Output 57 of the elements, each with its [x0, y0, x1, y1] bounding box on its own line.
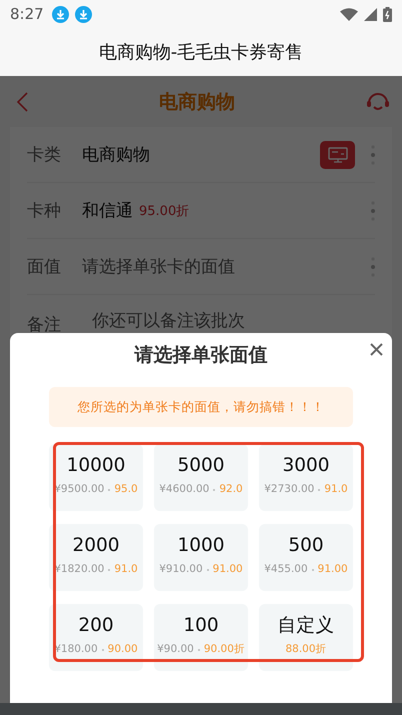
option-price: ¥455.00 — [264, 563, 308, 576]
option-price: ¥910.00 — [159, 563, 203, 576]
option-discount: 92.0 — [219, 483, 243, 496]
option-value: 1000 — [177, 534, 225, 558]
field-value[interactable]: 和信通 — [82, 199, 133, 222]
headset-icon[interactable] — [366, 90, 390, 112]
close-icon[interactable] — [370, 343, 383, 356]
wifi-icon — [340, 8, 358, 20]
option-value: 自定义 — [278, 614, 334, 638]
discount-text: 95.00折 — [139, 202, 190, 220]
option-value: 5000 — [177, 454, 225, 478]
value-option[interactable]: 10000 ¥9500.00 95.0 — [49, 444, 143, 511]
option-price: ¥9500.00 — [54, 483, 104, 496]
option-price: ¥4600.00 — [159, 483, 210, 496]
option-value: 10000 — [66, 454, 126, 478]
option-discount: 95.0 — [114, 483, 138, 496]
monitor-icon[interactable] — [320, 140, 355, 168]
option-discount: 91.0 — [324, 483, 348, 496]
option-price: ¥1820.00 — [54, 563, 104, 576]
value-option[interactable]: 500 ¥455.00 91.00 — [259, 524, 353, 591]
value-option[interactable]: 3000 ¥2730.00 91.0 — [259, 444, 353, 511]
option-value: 2000 — [72, 534, 120, 558]
option-discount: 91.0 — [114, 563, 138, 576]
option-price: ¥180.00 — [54, 643, 98, 656]
value-option[interactable]: 200 ¥180.00 90.00 — [49, 604, 143, 671]
option-discount: 90.00折 — [204, 643, 245, 656]
clock-time: 8:27 — [10, 5, 44, 23]
download-icon — [52, 6, 69, 22]
option-discount: 91.00 — [212, 563, 243, 576]
option-discount: 91.00 — [318, 563, 348, 576]
field-value[interactable]: 电商购物 — [82, 143, 150, 166]
option-value: 3000 — [282, 454, 330, 478]
value-option[interactable]: 2000 ¥1820.00 91.0 — [49, 524, 143, 591]
warning-notice: 您所选的为单张卡的面值，请勿搞错！！！ — [49, 387, 353, 427]
value-option[interactable]: 自定义 88.00折 — [259, 604, 353, 671]
value-option[interactable]: 100 ¥90.00 90.00折 — [154, 604, 248, 671]
value-option[interactable]: 5000 ¥4600.00 92.0 — [154, 444, 248, 511]
signal-icon — [364, 8, 377, 20]
option-price: ¥90.00 — [157, 643, 194, 656]
option-discount: 88.00折 — [285, 643, 327, 656]
field-label: 面值 — [27, 256, 62, 278]
field-label: 备注 — [27, 314, 62, 336]
option-value: 200 — [78, 614, 114, 638]
note-input[interactable]: 你还可以备注该批次 — [82, 307, 375, 336]
option-discount: 90.00 — [108, 643, 138, 656]
option-value: 500 — [288, 534, 324, 558]
back-icon[interactable] — [16, 92, 28, 112]
app-title: 电商购物-毛毛虫卡券寄售 — [98, 41, 304, 64]
battery-icon — [383, 6, 392, 22]
field-label: 卡类 — [27, 144, 62, 166]
option-value: 100 — [183, 614, 219, 638]
field-label: 卡种 — [27, 200, 62, 222]
page-title: 电商购物 — [159, 90, 235, 114]
download-icon — [74, 6, 92, 22]
value-option[interactable]: 1000 ¥910.00 91.00 — [154, 524, 248, 591]
dialog-title: 请选择单张面值 — [134, 343, 268, 367]
option-price: ¥2730.00 — [264, 483, 314, 496]
